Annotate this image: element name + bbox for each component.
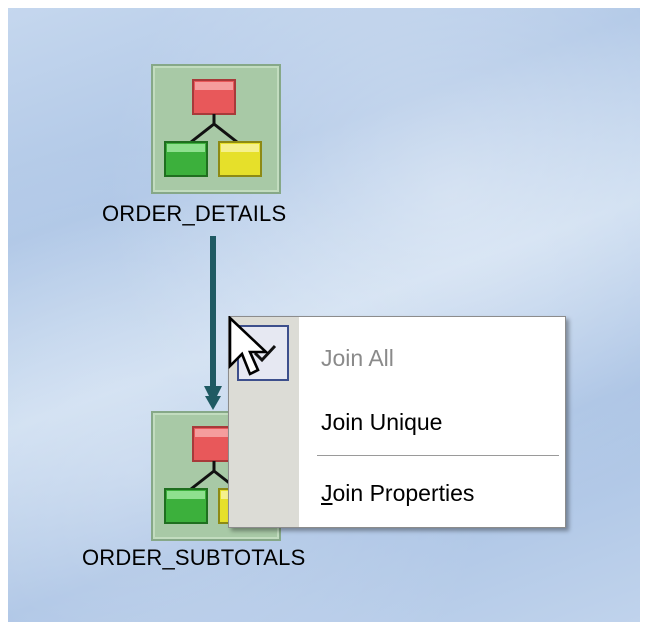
- diagram-canvas[interactable]: ORDER_DETAILS ORDER_SUBTOTALS Join All J…: [8, 8, 640, 622]
- table-hierarchy-icon: [164, 79, 262, 177]
- order-subtotals-label: ORDER_SUBTOTALS: [82, 545, 306, 570]
- menu-item-join-properties[interactable]: Join Properties: [321, 480, 474, 507]
- menu-item-join-unique[interactable]: Join Unique: [321, 409, 442, 436]
- order-details-table-icon[interactable]: [151, 64, 281, 194]
- mnemonic-letter: J: [321, 480, 333, 506]
- menu-item-join-all[interactable]: Join All: [321, 345, 394, 372]
- menu-separator: [317, 455, 559, 457]
- join-connector[interactable]: [8, 8, 640, 622]
- menu-item-label: oin Properties: [332, 480, 475, 506]
- order-details-label: ORDER_DETAILS: [102, 201, 287, 226]
- join-context-menu: Join All Join Unique Join Properties: [228, 316, 566, 528]
- mouse-cursor-icon: [228, 316, 268, 376]
